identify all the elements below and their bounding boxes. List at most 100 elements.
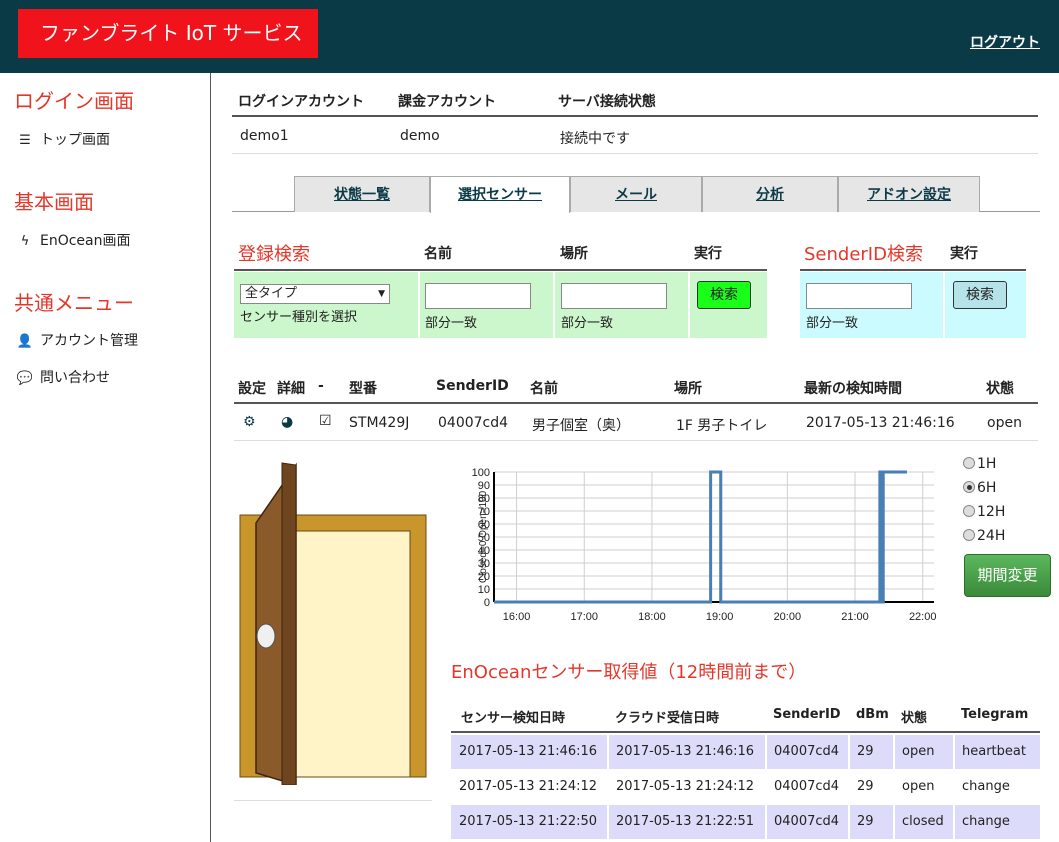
history-cell: 2017-05-13 21:24:12 bbox=[616, 779, 755, 794]
logout-link[interactable]: ログアウト bbox=[970, 32, 1040, 52]
history-cell: open bbox=[902, 779, 935, 794]
period-radio-label: 6H bbox=[977, 480, 997, 496]
y-axis-label: Closed=0 Open=100 bbox=[478, 490, 489, 583]
history-cell: 2017-05-13 21:22:50 bbox=[459, 814, 598, 829]
period-radio-6h[interactable]: 6H bbox=[963, 480, 996, 496]
search-button[interactable]: 検索 bbox=[697, 281, 751, 309]
column-separator bbox=[607, 735, 609, 839]
sensor-type-select-value: 全タイプ bbox=[245, 286, 298, 301]
col-last-detect: 最新の検知時間 bbox=[804, 381, 902, 397]
chat-icon: 💬 bbox=[16, 371, 34, 386]
history-cell: open bbox=[902, 744, 935, 759]
period-radio-label: 1H bbox=[977, 456, 997, 472]
x-tick-label: 20:00 bbox=[774, 611, 802, 623]
detail-gauge-icon[interactable]: ◕ bbox=[281, 414, 293, 430]
sidebar-section-common: 共通メニュー bbox=[14, 291, 134, 315]
sensor-checkbox[interactable]: ☑ bbox=[319, 413, 332, 429]
sidebar-item-label: アカウント管理 bbox=[40, 333, 138, 349]
y-tick-label: 100 bbox=[472, 467, 490, 479]
sensor-last-detect: 2017-05-13 21:46:16 bbox=[806, 415, 955, 431]
sensor-type-select[interactable]: 全タイプ ▼ bbox=[240, 284, 390, 304]
period-radio-24h[interactable]: 24H bbox=[963, 528, 1005, 544]
name-match-hint: 部分一致 bbox=[425, 316, 478, 331]
tab-addon-settings[interactable]: アドオン設定 bbox=[838, 176, 980, 212]
sensor-senderid: 04007cd4 bbox=[438, 415, 509, 431]
col-sensor-detect-time: センサー検知日時 bbox=[461, 711, 566, 726]
column-separator bbox=[848, 735, 850, 839]
brand-logo: ファンブライト IoT サービス bbox=[18, 9, 318, 58]
col-cloud-receive-time: クラウド受信日時 bbox=[615, 711, 720, 726]
header-server-status: サーバ接続状態 bbox=[558, 94, 656, 110]
tab-selected-sensor[interactable]: 選択センサー bbox=[430, 176, 570, 213]
login-account-value: demo1 bbox=[240, 128, 289, 144]
history-cell: 2017-05-13 21:22:51 bbox=[616, 814, 755, 829]
y-tick-label: 90 bbox=[478, 480, 490, 492]
place-header: 場所 bbox=[560, 246, 588, 262]
radio-indicator bbox=[963, 529, 975, 541]
sidebar-item-account[interactable]: 👤 アカウント管理 bbox=[16, 330, 138, 350]
history-cell: 04007cd4 bbox=[774, 744, 840, 759]
search-type-cell bbox=[234, 272, 418, 338]
x-tick-label: 22:00 bbox=[909, 611, 937, 623]
column-separator bbox=[893, 735, 895, 839]
bolt-icon: ϟ bbox=[20, 234, 30, 249]
col-senderid: SenderID bbox=[436, 378, 509, 394]
divider bbox=[232, 153, 1038, 154]
history-cell: closed bbox=[902, 814, 944, 829]
tab-analysis[interactable]: 分析 bbox=[702, 176, 838, 212]
x-tick-label: 21:00 bbox=[841, 611, 869, 623]
sidebar-item-label: 問い合わせ bbox=[40, 370, 110, 386]
radio-indicator bbox=[963, 457, 975, 469]
col-dbm: dBm bbox=[856, 707, 889, 722]
x-tick-label: 19:00 bbox=[706, 611, 734, 623]
billing-account-value: demo bbox=[400, 128, 440, 144]
sidebar-item-contact[interactable]: 💬 問い合わせ bbox=[16, 367, 110, 387]
history-title: EnOceanセンサー取得値（12時間前まで） bbox=[451, 662, 807, 683]
history-cell: heartbeat bbox=[962, 744, 1026, 759]
name-search-input[interactable] bbox=[425, 283, 531, 309]
change-period-button[interactable]: 期間変更 bbox=[964, 554, 1051, 597]
col-settings: 設定 bbox=[238, 381, 266, 397]
senderid-search-button[interactable]: 検索 bbox=[953, 281, 1007, 309]
history-cell: 2017-05-13 21:46:16 bbox=[459, 744, 598, 759]
settings-gear-icon[interactable]: ⚙ bbox=[243, 414, 256, 430]
sidebar-section-basic: 基本画面 bbox=[14, 190, 94, 214]
user-icon: 👤 bbox=[16, 334, 34, 349]
radio-indicator bbox=[963, 481, 975, 493]
top-header: ファンブライト IoT サービス ログアウト bbox=[0, 0, 1059, 73]
history-cell: 04007cd4 bbox=[774, 814, 840, 829]
sensor-state: open bbox=[987, 415, 1022, 431]
col-telegram: Telegram bbox=[961, 707, 1029, 722]
sidebar-section-login: ログイン画面 bbox=[14, 89, 134, 113]
tab-mail[interactable]: メール bbox=[570, 176, 702, 212]
period-radio-12h[interactable]: 12H bbox=[963, 504, 1005, 520]
divider bbox=[800, 269, 1026, 271]
x-tick-label: 18:00 bbox=[638, 611, 666, 623]
divider bbox=[234, 402, 1038, 404]
tab-bar: 状態一覧 選択センサー メール 分析 アドオン設定 bbox=[232, 176, 1040, 213]
senderid-search-input[interactable] bbox=[806, 283, 912, 309]
sensor-model: STM429J bbox=[349, 415, 410, 431]
divider bbox=[232, 115, 1038, 117]
history-cell: 29 bbox=[857, 744, 874, 759]
period-radio-label: 24H bbox=[977, 528, 1006, 544]
sensor-name: 男子個室（奥） bbox=[532, 418, 630, 434]
period-radio-label: 12H bbox=[977, 504, 1006, 520]
menu-icon: ☰ bbox=[19, 133, 31, 148]
header-billing-account: 課金アカウント bbox=[398, 94, 496, 110]
sidebar-item-top[interactable]: ☰ トップ画面 bbox=[16, 129, 110, 149]
sensor-place: 1F 男子トイレ bbox=[676, 418, 768, 434]
exec-header: 実行 bbox=[694, 246, 722, 262]
history-cell: 04007cd4 bbox=[774, 779, 840, 794]
history-cell: 2017-05-13 21:46:16 bbox=[616, 744, 755, 759]
place-search-input[interactable] bbox=[561, 283, 667, 309]
period-radio-1h[interactable]: 1H bbox=[963, 456, 996, 472]
tab-status-list[interactable]: 状態一覧 bbox=[294, 176, 430, 212]
divider bbox=[234, 269, 767, 271]
col-name: 名前 bbox=[530, 381, 558, 397]
sidebar-item-enocean[interactable]: ϟ EnOcean画面 bbox=[16, 230, 131, 250]
col-place: 場所 bbox=[674, 381, 702, 397]
col-model: 型番 bbox=[349, 381, 377, 397]
y-tick-label: 0 bbox=[484, 597, 490, 609]
x-tick-label: 17:00 bbox=[570, 611, 598, 623]
